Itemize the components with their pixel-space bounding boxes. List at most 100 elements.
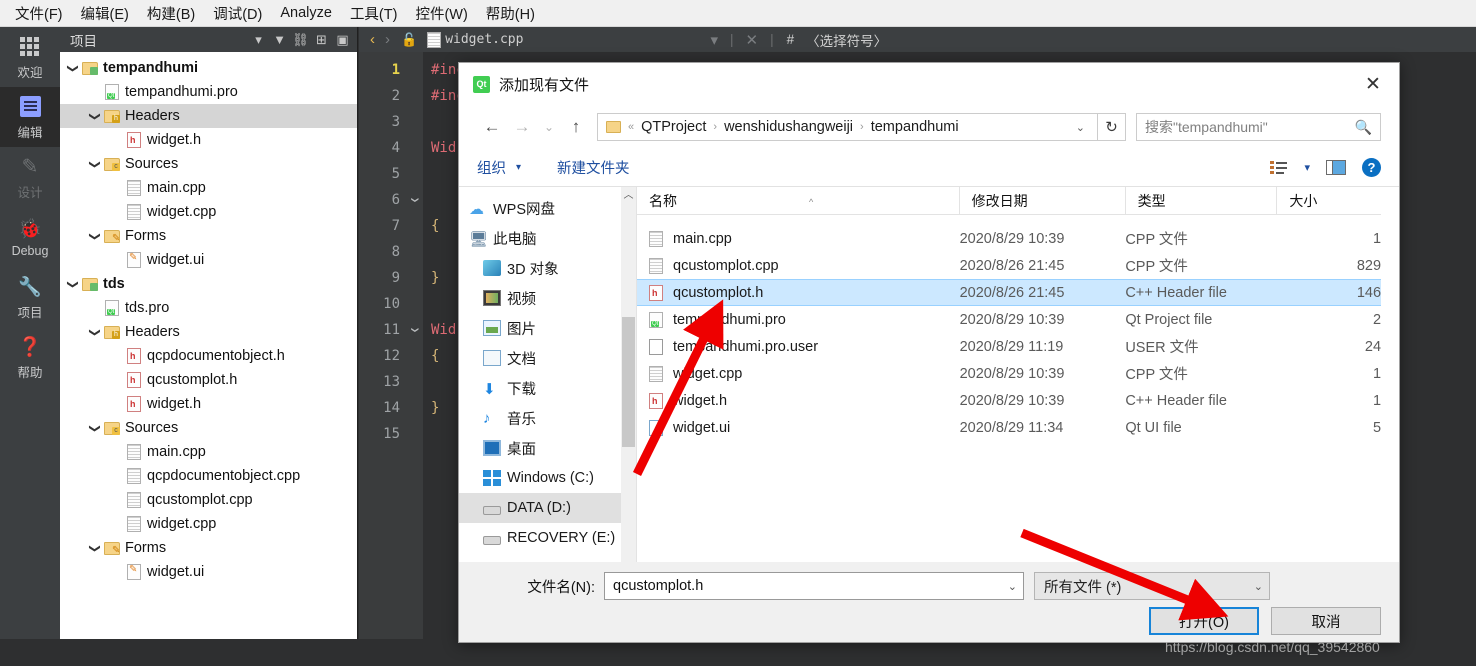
file-row[interactable]: qcustomplot.cpp 2020/8/26 21:45 CPP 文件 829 [637, 252, 1381, 279]
tree-item-qcpdocumentobject-h[interactable]: ❯qcpdocumentobject.h [60, 344, 357, 368]
tree-item-forms[interactable]: ❯ Forms [60, 224, 357, 248]
tree-item-tempandhumi-pro[interactable]: ❯tempandhumi.pro [60, 80, 357, 104]
chevron-down-icon[interactable]: ❯ [89, 325, 102, 339]
breadcrumb-segment-qtproject[interactable]: QTProject [641, 119, 706, 135]
nav-scrollbar[interactable]: ︿ ﹀ [621, 187, 636, 621]
nav-item-3d对象[interactable]: 3D 对象 [459, 253, 636, 283]
organize-caret-icon[interactable]: ▾ [516, 162, 531, 173]
split-icon[interactable]: ⊞ [311, 29, 332, 50]
tree-item-sources[interactable]: ❯ Sources [60, 152, 357, 176]
tree-item-widget-h[interactable]: ❯widget.h [60, 392, 357, 416]
tree-item-widget-cpp[interactable]: ❯widget.cpp [60, 200, 357, 224]
breadcrumb-segment-wenshidushangweiji[interactable]: wenshidushangweiji [724, 119, 853, 135]
refresh-icon[interactable]: ↻ [1098, 113, 1126, 141]
nav-item-音乐[interactable]: ♪ 音乐 [459, 403, 636, 433]
nav-item-视频[interactable]: 视频 [459, 283, 636, 313]
tree-item-main-cpp[interactable]: ❯main.cpp [60, 176, 357, 200]
nav-forward-icon[interactable]: › [380, 31, 395, 48]
close-icon[interactable]: ✕ [1347, 63, 1399, 105]
menu-item-tools[interactable]: 工具(T) [341, 0, 407, 27]
help-icon[interactable]: ? [1362, 158, 1381, 177]
menu-item-help[interactable]: 帮助(H) [477, 0, 544, 27]
tree-item-headers[interactable]: ❯ Headers [60, 320, 357, 344]
nav-item-图片[interactable]: 图片 [459, 313, 636, 343]
nav-item-桌面[interactable]: 桌面 [459, 433, 636, 463]
file-type-filter[interactable]: 所有文件 (*) ⌄ [1034, 572, 1270, 600]
fold-marker-11[interactable]: ❯ [401, 321, 427, 339]
mode-edit[interactable]: 编辑 [0, 87, 60, 147]
editor-filename[interactable]: widget.cpp [441, 32, 523, 47]
nav-item-文档[interactable]: 文档 [459, 343, 636, 373]
symbol-selector[interactable]: 〈选择符号〉 [800, 30, 887, 50]
preview-pane-icon[interactable] [1326, 160, 1346, 175]
mode-help[interactable]: ❓ 帮助 [0, 327, 60, 387]
forward-icon[interactable]: → [507, 113, 537, 141]
chevron-down-icon[interactable]: ❯ [89, 541, 102, 555]
tree-item-widget-h[interactable]: ❯widget.h [60, 128, 357, 152]
view-caret-icon[interactable]: ▾ [1304, 161, 1310, 174]
breadcrumb-segment-tempandhumi[interactable]: tempandhumi [871, 119, 959, 135]
tree-item-headers[interactable]: ❯ Headers [60, 104, 357, 128]
back-icon[interactable]: ← [477, 113, 507, 141]
view-list-icon[interactable] [1270, 160, 1288, 175]
menu-item-window[interactable]: 控件(W) [406, 0, 476, 27]
nav-item-datad[interactable]: DATA (D:) [459, 493, 636, 523]
tree-item-qcustomplot-cpp[interactable]: ❯qcustomplot.cpp [60, 488, 357, 512]
tree-item-tempandhumi[interactable]: ❯ tempandhumi [60, 56, 357, 80]
tree-item-tds-pro[interactable]: ❯tds.pro [60, 296, 357, 320]
filename-dropdown-icon[interactable]: ⌄ [1008, 580, 1017, 593]
recent-locations-icon[interactable]: ⌄ [537, 113, 561, 141]
project-tree[interactable]: ❯tempandhumi❯tempandhumi.pro❯Headers❯wid… [60, 52, 357, 666]
tree-item-tds[interactable]: ❯ tds [60, 272, 357, 296]
breadcrumb[interactable]: « QTProject › wenshidushangweiji › tempa… [597, 113, 1098, 141]
tree-item-widget-ui[interactable]: ❯widget.ui [60, 248, 357, 272]
file-type-filter-caret-icon[interactable]: ⌄ [1254, 580, 1263, 593]
chevron-down-icon[interactable]: ❯ [89, 229, 102, 243]
menu-item-file[interactable]: 文件(F) [6, 0, 72, 27]
nav-item-下载[interactable]: ⬇ 下载 [459, 373, 636, 403]
up-icon[interactable]: ↑ [561, 113, 591, 141]
cancel-button[interactable]: 取消 [1271, 607, 1381, 635]
nav-item-此电脑[interactable]: 🖥 此电脑 [459, 223, 636, 253]
menu-item-edit[interactable]: 编辑(E) [72, 0, 138, 27]
file-row[interactable]: main.cpp 2020/8/29 10:39 CPP 文件 1 [637, 225, 1381, 252]
mode-design[interactable]: ✎ 设计 [0, 147, 60, 207]
file-list[interactable]: main.cpp 2020/8/29 10:39 CPP 文件 1 qcustomplo… [637, 215, 1381, 441]
fold-marker-column[interactable]: ❯ ❯ [405, 52, 423, 666]
column-header-date[interactable]: 修改日期 [958, 187, 1125, 215]
chevron-down-icon[interactable]: ❯ [67, 61, 80, 75]
nav-scroll-thumb[interactable] [622, 317, 635, 447]
tree-item-qcpdocumentobject-cpp[interactable]: ❯qcpdocumentobject.cpp [60, 464, 357, 488]
filename-input[interactable]: qcustomplot.h ⌄ [604, 572, 1024, 600]
filter-icon[interactable]: ▼ [269, 29, 290, 50]
nav-item-windowsc[interactable]: Windows (C:) [459, 463, 636, 493]
tree-item-widget-cpp[interactable]: ❯widget.cpp [60, 512, 357, 536]
tree-item-qcustomplot-h[interactable]: ❯qcustomplot.h [60, 368, 357, 392]
mode-debug[interactable]: 🐞 Debug [0, 207, 60, 267]
file-row[interactable]: widget.ui 2020/8/29 11:34 Qt UI file 5 [637, 414, 1381, 441]
lock-open-icon[interactable]: 🔓 [395, 32, 423, 48]
fold-marker-6[interactable]: ❯ [401, 191, 427, 209]
link-icon[interactable]: ⛓ [290, 29, 311, 50]
open-button[interactable]: 打开(O) [1149, 607, 1259, 635]
search-box[interactable]: 搜索"tempandhumi" 🔍 [1136, 113, 1381, 141]
organize-button[interactable]: 组织 [477, 157, 516, 178]
file-row[interactable]: tempandhumi.pro.user 2020/8/29 11:19 USER … [637, 333, 1381, 360]
search-input[interactable]: 搜索"tempandhumi" [1145, 117, 1355, 137]
file-row[interactable]: widget.cpp 2020/8/29 10:39 CPP 文件 1 [637, 360, 1381, 387]
nav-scroll-up-icon[interactable]: ︿ [621, 187, 636, 204]
mode-projects[interactable]: 🔧 项目 [0, 267, 60, 327]
menu-item-analyze[interactable]: Analyze [271, 2, 341, 24]
chevron-down-icon[interactable]: ❯ [89, 421, 102, 435]
breadcrumb-prefix[interactable]: « [621, 121, 641, 133]
chevron-down-icon[interactable]: ❯ [89, 157, 102, 171]
column-header-type[interactable]: 类型 [1124, 187, 1277, 215]
chevron-down-icon[interactable]: ▾ [248, 29, 269, 50]
column-header-name[interactable]: 名称 ^ [637, 187, 959, 215]
menu-item-debug[interactable]: 调试(D) [204, 0, 271, 27]
close-document-icon[interactable]: ✕ [741, 31, 764, 49]
chevron-down-icon[interactable]: ❯ [67, 277, 80, 291]
magnifier-icon[interactable]: 🔍 [1355, 119, 1372, 136]
minimize-icon[interactable]: ▣ [332, 29, 353, 50]
chevron-down-icon[interactable]: ❯ [89, 109, 102, 123]
